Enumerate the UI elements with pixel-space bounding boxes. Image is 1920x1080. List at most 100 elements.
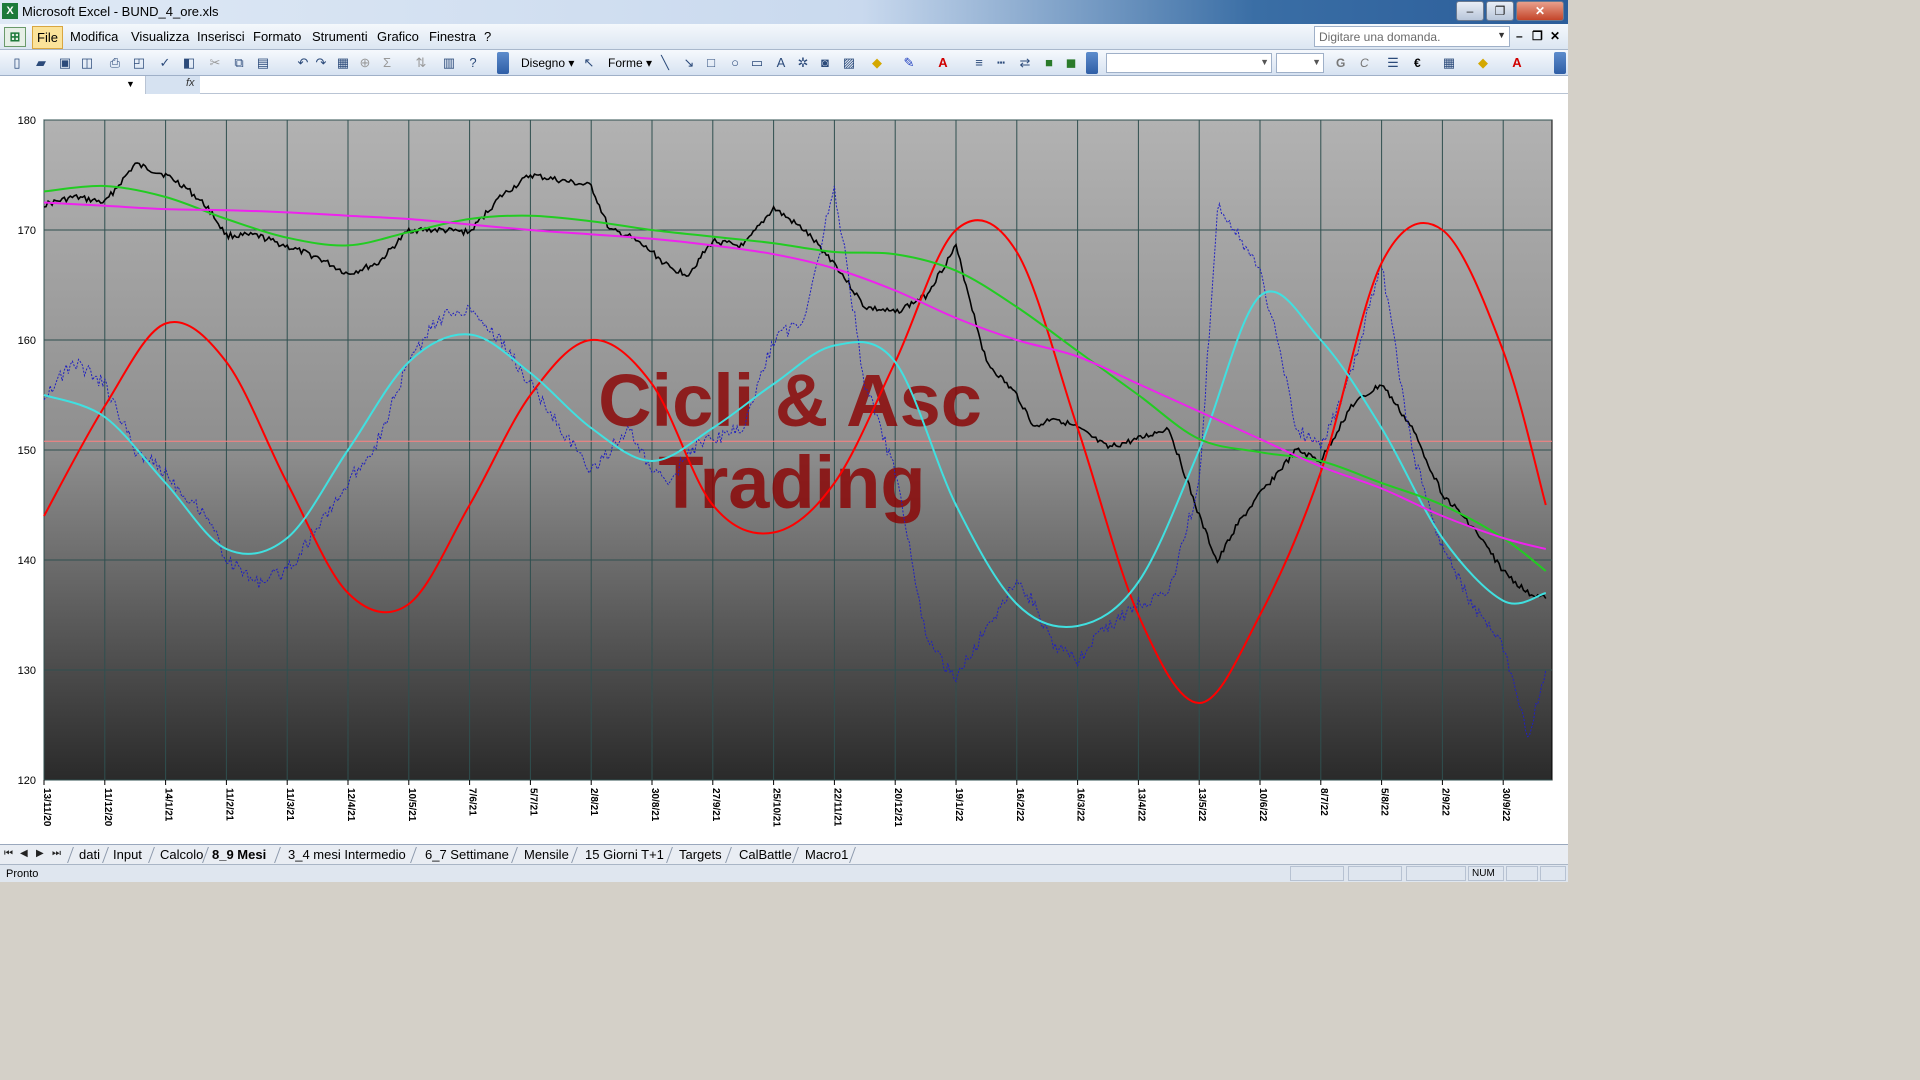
help-icon[interactable]: ? <box>464 54 482 72</box>
arrow-style-icon[interactable]: ⇄ <box>1016 54 1034 72</box>
tab-targets[interactable]: Targets <box>679 846 722 864</box>
menu-file[interactable]: File <box>32 26 63 49</box>
close-button[interactable]: ✕ <box>1516 1 1564 21</box>
name-box[interactable]: ▼ <box>0 76 146 94</box>
textbox-icon[interactable]: ▭ <box>748 54 766 72</box>
arrow-icon[interactable]: ↘ <box>680 54 698 72</box>
last-sheet-icon[interactable]: ⏭ <box>52 848 61 859</box>
help-question-input[interactable]: Digitare una domanda. ▼ <box>1314 26 1510 47</box>
excel-app-icon[interactable]: X <box>2 3 18 19</box>
menu-grafico[interactable]: Grafico <box>377 29 419 44</box>
menu-formato[interactable]: Formato <box>253 29 301 44</box>
new-icon[interactable]: ▯ <box>8 54 26 72</box>
wordart-icon[interactable]: A <box>772 54 790 72</box>
minimize-button[interactable]: – <box>1456 1 1484 21</box>
chart[interactable]: 120 130 140 150 160 170 180 13/11/20 11/12/20 14… <box>0 94 1568 844</box>
workbook-icon[interactable]: ⊞ <box>4 27 26 47</box>
toolbar-options-icon[interactable] <box>497 52 509 74</box>
open-icon[interactable]: ▰ <box>32 54 50 72</box>
spelling-icon[interactable]: ✓ <box>156 54 174 72</box>
chevron-down-icon[interactable]: ▼ <box>1497 30 1506 40</box>
line-color-icon[interactable]: ✎ <box>900 54 918 72</box>
print-preview-icon[interactable]: ◰ <box>130 54 148 72</box>
tab-mensile[interactable]: Mensile <box>524 846 569 864</box>
sort-icon[interactable]: ⇅ <box>412 54 430 72</box>
drawing-toolbar-options-icon[interactable] <box>1086 52 1098 74</box>
font-size-select[interactable]: ▼ <box>1276 53 1324 73</box>
font-color-icon[interactable]: A <box>934 54 952 72</box>
doc-minimize-button[interactable]: – <box>1516 29 1523 43</box>
chart-wizard-icon[interactable]: ▥ <box>440 54 458 72</box>
clipart-icon[interactable]: ◙ <box>816 54 834 72</box>
tab-3-4-mesi-intermedio[interactable]: 3_4 mesi Intermedio <box>288 846 406 864</box>
next-sheet-icon[interactable]: ▶ <box>36 848 44 859</box>
shadow-icon[interactable]: ■ <box>1040 54 1058 72</box>
tab-calbattle[interactable]: CalBattle <box>739 846 792 864</box>
line-icon[interactable]: ╲ <box>656 54 674 72</box>
oval-icon[interactable]: ○ <box>726 54 744 72</box>
chevron-down-icon[interactable]: ▼ <box>126 79 135 89</box>
tab-8-9-mesi[interactable]: 8_9 Mesi <box>212 846 266 864</box>
autosum-icon[interactable]: Σ <box>378 54 396 72</box>
menu-inserisci[interactable]: Inserisci <box>197 29 245 44</box>
tab-input[interactable]: Input <box>113 846 142 864</box>
cut-icon[interactable]: ✂ <box>206 54 224 72</box>
copy-icon[interactable]: ⧉ <box>230 54 248 72</box>
tab-dati[interactable]: dati <box>79 846 100 864</box>
chart-sheet[interactable]: 120 130 140 150 160 170 180 13/11/20 11/12/20 14… <box>0 94 1568 844</box>
tab-6-7-settimane[interactable]: 6_7 Settimane <box>425 846 509 864</box>
borders-icon[interactable]: ▦ <box>1440 54 1458 72</box>
insert-function-icon[interactable]: fx <box>186 77 195 89</box>
rectangle-icon[interactable]: □ <box>702 54 720 72</box>
menu-modifica[interactable]: Modifica <box>70 29 118 44</box>
tab-15-giorni[interactable]: 15 Giorni T+1 <box>585 846 664 864</box>
research-icon[interactable]: ◧ <box>180 54 198 72</box>
first-sheet-icon[interactable]: ⏮ <box>4 848 13 859</box>
save-icon[interactable]: ▣ <box>56 54 74 72</box>
doc-close-button[interactable]: ✕ <box>1550 29 1560 43</box>
tab-separator <box>571 847 578 863</box>
menu-strumenti[interactable]: Strumenti <box>312 29 368 44</box>
tab-separator <box>274 847 281 863</box>
chevron-down-icon: ▼ <box>1260 57 1269 67</box>
hyperlink-icon[interactable]: ⊕ <box>356 54 374 72</box>
x-tick-label: 16/3/22 <box>1075 788 1086 822</box>
forme-menu[interactable]: Forme ▾ <box>608 56 652 70</box>
undo-icon[interactable]: ↶ <box>294 54 312 72</box>
3d-icon[interactable]: ◼ <box>1062 54 1080 72</box>
status-cell <box>1290 866 1344 881</box>
font-name-select[interactable]: ▼ <box>1106 53 1272 73</box>
chart-object-icon[interactable]: ▦ <box>334 54 352 72</box>
font-color-icon-2[interactable]: A <box>1508 54 1526 72</box>
tab-calcolo[interactable]: Calcolo <box>160 846 203 864</box>
line-style-icon[interactable]: ≡ <box>970 54 988 72</box>
select-objects-icon[interactable]: ↖ <box>580 54 598 72</box>
diagram-icon[interactable]: ✲ <box>794 54 812 72</box>
align-icon[interactable]: ☰ <box>1384 54 1402 72</box>
fill-color-icon[interactable]: ◆ <box>868 54 886 72</box>
tab-macro1[interactable]: Macro1 <box>805 846 848 864</box>
picture-icon[interactable]: ▨ <box>840 54 858 72</box>
y-tick-label: 170 <box>18 225 36 237</box>
menu-help[interactable]: ? <box>484 29 491 44</box>
permission-icon[interactable]: ◫ <box>78 54 96 72</box>
bold-button[interactable]: G <box>1336 56 1345 70</box>
x-tick-label: 22/11/21 <box>831 788 842 827</box>
print-icon[interactable]: ⎙ <box>106 54 124 72</box>
menu-finestra[interactable]: Finestra <box>429 29 476 44</box>
euro-button[interactable]: € <box>1414 56 1421 70</box>
redo-icon[interactable]: ↷ <box>312 54 330 72</box>
doc-restore-button[interactable]: ❐ <box>1532 29 1543 43</box>
x-tick-label: 8/7/22 <box>1318 788 1329 816</box>
prev-sheet-icon[interactable]: ◀ <box>20 848 28 859</box>
cell-fill-icon[interactable]: ◆ <box>1474 54 1492 72</box>
italic-button[interactable]: C <box>1360 56 1369 70</box>
dash-style-icon[interactable]: ┅ <box>992 54 1010 72</box>
paste-icon[interactable]: ▤ <box>254 54 272 72</box>
restore-button[interactable]: ❐ <box>1486 1 1514 21</box>
disegno-menu[interactable]: Disegno ▾ <box>521 56 574 70</box>
menu-visualizza[interactable]: Visualizza <box>131 29 189 44</box>
format-toolbar-options-icon[interactable] <box>1554 52 1566 74</box>
formula-bar: ▼ fx <box>0 76 1568 94</box>
y-tick-label: 130 <box>18 665 36 677</box>
